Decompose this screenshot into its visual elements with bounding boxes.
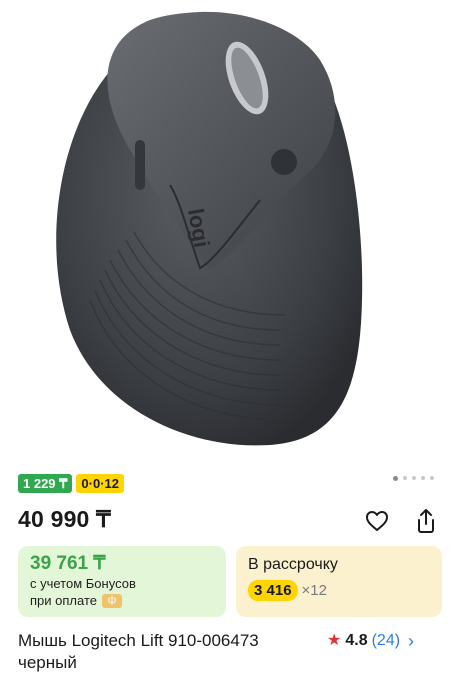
installment-badge: 0·0·12 [76, 474, 124, 493]
mouse-image-icon: logi [56, 11, 363, 446]
price-badges: 1 229 ₸ 0·0·12 [18, 474, 124, 493]
share-icon [418, 509, 434, 533]
bonus-price-card[interactable]: 39 761 ₸ с учетом Бонусов при оплате ф [18, 546, 226, 617]
bonus-chip-icon: ф [101, 593, 122, 608]
installment-card[interactable]: В рассрочку 3 416 ×12 [236, 546, 442, 617]
favorite-button[interactable] [364, 508, 390, 534]
gallery-pager[interactable] [393, 475, 434, 481]
bonus-note-line2: при оплате [30, 593, 97, 608]
installment-title: В рассрочку [248, 556, 338, 573]
rating-link[interactable]: ★ 4.8 (24) › [327, 630, 414, 652]
product-title: Мышь Logitech Lift 910-006473 черный [18, 631, 259, 672]
pager-dot[interactable] [430, 476, 434, 480]
pager-dot-active[interactable] [393, 475, 398, 481]
share-button[interactable] [413, 508, 439, 534]
pager-dot[interactable] [403, 476, 407, 480]
rating-value: 4.8 [345, 632, 368, 649]
product-price: 40 990 ₸ [18, 506, 111, 532]
review-count[interactable]: (24) [372, 630, 400, 652]
installment-multiplier: ×12 [301, 582, 327, 599]
installment-amount: 3 416 [248, 580, 298, 601]
heart-icon [366, 511, 388, 531]
chevron-right-icon[interactable]: › [408, 630, 414, 652]
bonus-price: 39 761 ₸ [30, 553, 106, 574]
pager-dot[interactable] [412, 476, 416, 480]
old-price-badge: 1 229 ₸ [18, 474, 73, 493]
bonus-note-line1: с учетом Бонусов [30, 576, 136, 591]
pager-dot[interactable] [421, 476, 425, 480]
star-icon: ★ [327, 632, 342, 649]
product-image[interactable]: logi [0, 0, 462, 462]
